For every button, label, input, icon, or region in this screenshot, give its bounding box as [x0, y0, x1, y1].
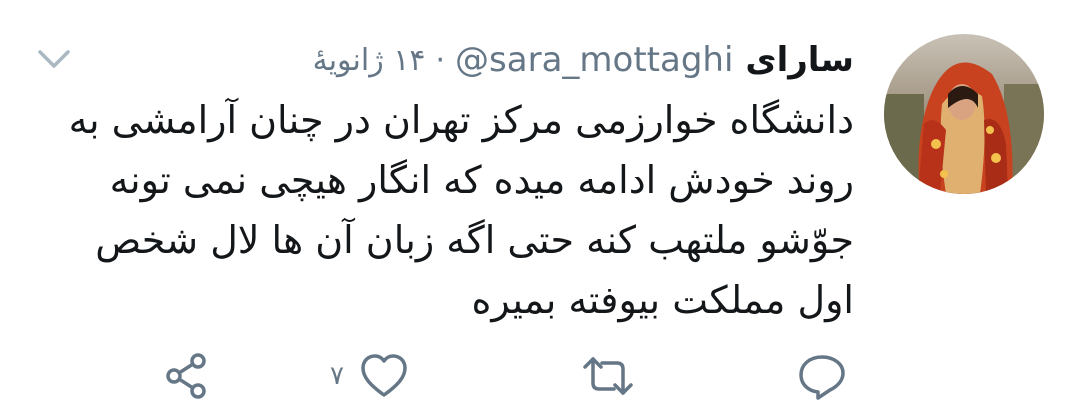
tweet-text-line: اول مملکت بیوفته بمیره	[471, 278, 854, 322]
reply-button[interactable]	[796, 346, 848, 406]
tweet-card[interactable]: سارای @sara_mottaghi · ۱۴ ژانویهٔ دانشگا…	[0, 0, 1080, 416]
reply-icon	[799, 355, 845, 400]
chevron-down-icon[interactable]	[34, 44, 74, 74]
tweet-text-line: دانشگاه خوارزمی مرکز تهران در چنان آرامش…	[68, 98, 854, 142]
separator-dot: ·	[435, 42, 446, 78]
tweet-text-line: روند خودش ادامه میده که انگار هیچی نمی ت…	[109, 158, 854, 202]
like-button[interactable]: ۷	[330, 346, 410, 406]
tweet-text: دانشگاه خوارزمی مرکز تهران در چنان آرامش…	[68, 90, 854, 330]
user-handle[interactable]: @sara_mottaghi	[455, 40, 733, 80]
like-count: ۷	[330, 361, 344, 391]
retweet-button[interactable]	[580, 346, 636, 406]
share-icon	[166, 353, 206, 399]
retweet-icon	[583, 357, 633, 395]
tweet-text-line: جوّشو ملتهب کنه حتی اگه زبان آن ها لال ش…	[95, 218, 854, 262]
avatar-photo	[884, 34, 1044, 194]
heart-icon	[361, 354, 407, 397]
tweet-header: سارای @sara_mottaghi · ۱۴ ژانویهٔ	[313, 34, 854, 86]
avatar[interactable]	[884, 34, 1044, 194]
action-bar: ۷	[0, 346, 1080, 406]
share-button[interactable]	[162, 346, 214, 406]
display-name[interactable]: سارای	[745, 40, 854, 80]
timestamp[interactable]: ۱۴ ژانویهٔ	[313, 43, 426, 78]
